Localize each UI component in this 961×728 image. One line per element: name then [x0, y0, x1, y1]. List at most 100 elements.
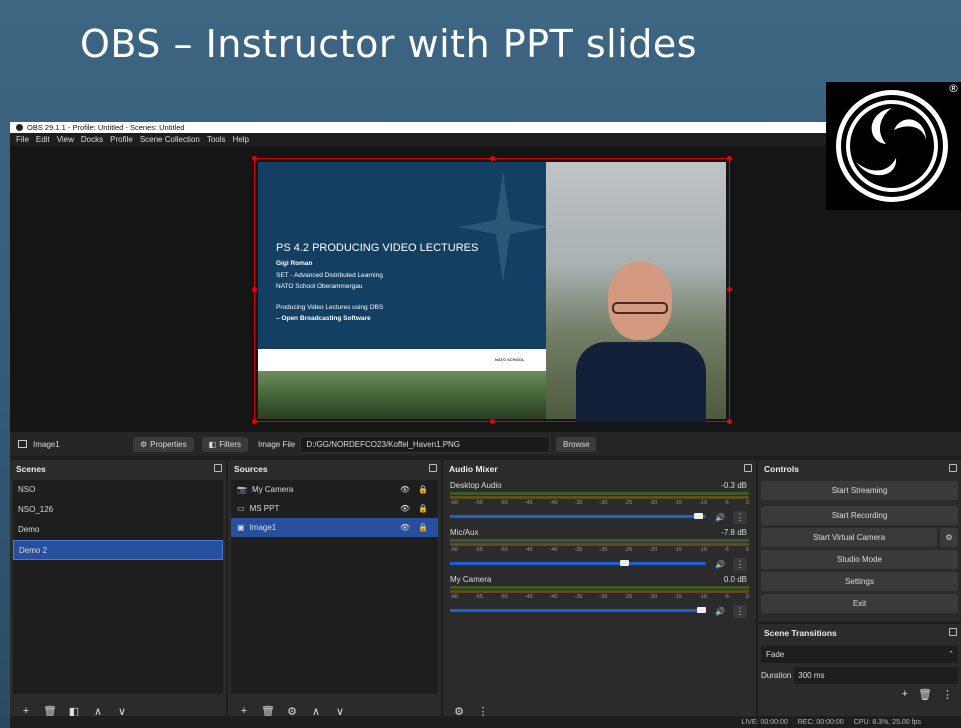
filters-label: Filters [219, 439, 241, 449]
level-meter [450, 539, 749, 542]
transition-type-value: Fade [766, 650, 785, 659]
controls-dock: Controls Start Streaming Start Recording… [758, 460, 961, 622]
meter-scale: -60 -55 -50 -45 -40 -35 -30 -25 -20 -15 -10 -5 0 [450, 500, 749, 506]
preview-slide-line4: – Open Broadcasting Software [276, 315, 371, 322]
menu-file[interactable]: File [16, 133, 29, 146]
scene-item-nso-126[interactable]: NSO_126 [13, 500, 223, 520]
scenes-dock-header: Scenes [10, 460, 226, 478]
menu-edit[interactable]: Edit [36, 133, 50, 146]
level-meter [450, 590, 749, 593]
resize-handle-r[interactable] [727, 287, 732, 292]
meter-scale: -60 -55 -50 -45 -40 -35 -30 -25 -20 -15 -10 -5 0 [450, 594, 749, 600]
undock-icon[interactable] [949, 628, 957, 636]
resize-handle-bl[interactable] [252, 419, 257, 424]
start-streaming-button[interactable]: Start Streaming [761, 481, 958, 500]
preview-area[interactable]: PS 4.2 PRODUCING VIDEO LECTURES Gigi Rom… [10, 146, 961, 432]
scene-item-demo[interactable]: Demo [13, 520, 223, 540]
channel-level: -0.3 dB [721, 481, 747, 490]
start-recording-button[interactable]: Start Recording [761, 506, 958, 525]
settings-button[interactable]: Settings [761, 572, 958, 591]
scene-transitions-dock: Scene Transitions Fade ⌃ Duration 300 ms… [758, 624, 961, 716]
volume-slider-knob[interactable] [694, 513, 704, 519]
volume-slider[interactable] [450, 513, 706, 519]
menu-scene-collection[interactable]: Scene Collection [140, 133, 200, 146]
scene-item-demo-2[interactable]: Demo 2 [13, 540, 223, 560]
mixer-channel-mic-aux: Mic/Aux -7.8 dB -60 -55 -50 -45 -40 -35 -30 -25-… [446, 527, 753, 574]
sources-dock: Sources 📷 My Camera 👁 🔒 ▭ MS PPT 👁 🔒 ▣ Ima… [228, 460, 441, 728]
virtual-camera-settings-icon[interactable]: ⚙ [940, 528, 958, 547]
channel-level: -7.8 dB [721, 528, 747, 537]
lock-icon[interactable]: 🔒 [418, 480, 428, 499]
filter-icon: ◧ [208, 439, 217, 449]
sources-list: 📷 My Camera 👁 🔒 ▭ MS PPT 👁 🔒 ▣ Image1 👁 🔒 [231, 480, 438, 694]
menu-tools[interactable]: Tools [207, 133, 226, 146]
controls-header: Controls [758, 460, 961, 478]
scenes-list: NSO NSO_126 Demo Demo 2 [13, 480, 223, 694]
undock-icon[interactable] [429, 464, 437, 472]
source-item-ms-ppt[interactable]: ▭ MS PPT 👁 🔒 [231, 499, 438, 518]
source-item-image1[interactable]: ▣ Image1 👁 🔒 [231, 518, 438, 537]
mixer-channel-my-camera: My Camera 0.0 dB -60 -55 -50 -45 -40 -35 -30 -25… [446, 574, 753, 621]
eye-icon[interactable]: 👁 [400, 499, 410, 518]
resize-handle-tl[interactable] [252, 156, 257, 161]
gear-icon: ⚙ [140, 439, 148, 449]
browse-button[interactable]: Browse [556, 436, 597, 452]
registered-mark: ® [948, 82, 959, 95]
lock-icon[interactable]: 🔒 [418, 499, 428, 518]
menu-bar: File Edit View Docks Profile Scene Colle… [10, 133, 961, 146]
speaker-icon[interactable]: 🔊 [715, 560, 725, 569]
menu-help[interactable]: Help [233, 133, 249, 146]
window-titlebar: OBS 29.1.1 - Profile: Untitled - Scenes:… [10, 122, 961, 133]
resize-handle-tr[interactable] [727, 156, 732, 161]
filters-button[interactable]: ◧ Filters [201, 436, 248, 452]
more-options-icon[interactable]: ⋮ [733, 558, 747, 571]
lock-icon[interactable]: 🔒 [418, 518, 428, 537]
eye-icon[interactable]: 👁 [400, 518, 410, 537]
resize-handle-b[interactable] [490, 419, 495, 424]
more-options-icon[interactable]: ⋮ [942, 688, 953, 701]
start-virtual-camera-button[interactable]: Start Virtual Camera [761, 528, 937, 547]
source-item-my-camera[interactable]: 📷 My Camera 👁 🔒 [231, 480, 438, 499]
mixer-channel-desktop-audio: Desktop Audio -0.3 dB -60 -55 -50 -45 -40 -35-… [446, 480, 753, 527]
duration-input[interactable]: 300 ms [794, 667, 958, 684]
add-transition-icon[interactable]: + [902, 688, 908, 701]
volume-slider[interactable] [450, 560, 706, 566]
undock-icon[interactable] [949, 464, 957, 472]
eye-icon[interactable]: 👁 [400, 480, 410, 499]
speaker-icon[interactable]: 🔊 [715, 513, 725, 522]
menu-profile[interactable]: Profile [110, 133, 133, 146]
level-meter [450, 492, 749, 495]
transition-type-select[interactable]: Fade ⌃ [761, 646, 958, 663]
menu-docks[interactable]: Docks [81, 133, 103, 146]
more-options-icon[interactable]: ⋮ [733, 605, 747, 618]
transitions-title: Scene Transitions [764, 628, 837, 638]
undock-icon[interactable] [214, 464, 222, 472]
exit-button[interactable]: Exit [761, 594, 958, 613]
more-options-icon[interactable]: ⋮ [733, 511, 747, 524]
undock-icon[interactable] [744, 464, 752, 472]
preview-slide-line2: NATO School Oberammergau [276, 283, 363, 290]
volume-slider-knob[interactable] [697, 607, 706, 613]
studio-mode-button[interactable]: Studio Mode [761, 550, 958, 569]
preview-slide-title: PS 4.2 PRODUCING VIDEO LECTURES [276, 242, 479, 254]
meter-scale: -60 -55 -50 -45 -40 -35 -30 -25 -20 -15 -10 -5 0 [450, 547, 749, 553]
selected-source-canvas[interactable]: PS 4.2 PRODUCING VIDEO LECTURES Gigi Rom… [252, 156, 732, 424]
sources-title: Sources [234, 464, 268, 474]
image-file-path[interactable]: D:/GG/NORDEFCO23/Koffel_Haven1.PNG [300, 435, 551, 453]
menu-view[interactable]: View [57, 133, 74, 146]
remove-transition-icon[interactable]: 🗑 [918, 688, 932, 701]
resize-handle-br[interactable] [727, 419, 732, 424]
nato-school-badge: NATO SCHOOL [495, 357, 525, 362]
speaker-icon[interactable]: 🔊 [715, 607, 725, 616]
ppt-slide-preview: PS 4.2 PRODUCING VIDEO LECTURES Gigi Rom… [258, 162, 548, 372]
properties-button[interactable]: ⚙ Properties [133, 436, 194, 452]
resize-handle-l[interactable] [252, 287, 257, 292]
preview-slide-name: Gigi Roman [276, 260, 313, 267]
scene-item-nso[interactable]: NSO [13, 480, 223, 500]
mixer-title: Audio Mixer [449, 464, 498, 474]
resize-handle-t[interactable] [490, 156, 495, 161]
window-icon: ▭ [237, 504, 245, 513]
volume-slider[interactable] [450, 607, 706, 613]
volume-slider-knob[interactable] [620, 560, 630, 566]
channel-name: My Camera [450, 575, 492, 584]
